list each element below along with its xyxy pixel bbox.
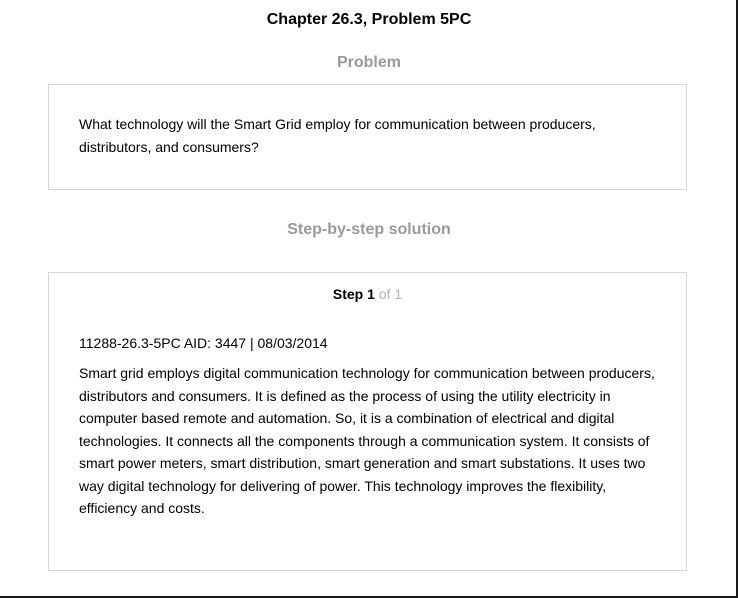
solution-text: Smart grid employs digital communication… bbox=[79, 365, 655, 516]
step-label: Step bbox=[332, 286, 364, 302]
step-total: of 1 bbox=[378, 286, 403, 302]
page-title: Chapter 26.3, Problem 5PC bbox=[266, 11, 472, 28]
problem-card: What technology will the Smart Grid empl… bbox=[48, 84, 687, 190]
problem-heading: Problem bbox=[336, 54, 401, 71]
step-indicator: Step 1 of 1 bbox=[49, 286, 686, 302]
problem-text: What technology will the Smart Grid empl… bbox=[79, 116, 596, 155]
solution-heading: Step-by-step solution bbox=[287, 221, 451, 238]
solution-card: Step 1 of 1 11288-26.3-5PC AID: 3447 | 0… bbox=[48, 272, 687, 571]
step-number: 1 bbox=[367, 286, 375, 302]
solution-meta: 11288-26.3-5PC AID: 3447 | 08/03/2014 bbox=[79, 335, 328, 351]
